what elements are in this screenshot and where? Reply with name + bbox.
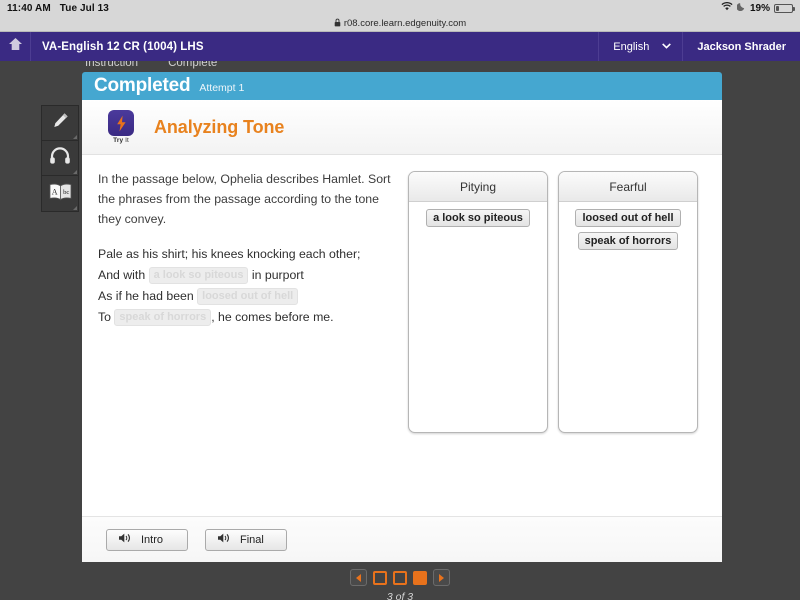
status-badge: Completed [94,75,191,96]
dictionary-book-icon: A bc [48,182,73,206]
page-title: Analyzing Tone [154,116,285,137]
try-it-lightning-icon [108,110,134,136]
try-it-caption-rest: It [123,137,129,144]
drop-zone-fearful[interactable]: Fearful loosed out of hell speak of horr… [558,171,698,433]
pager-controls [350,569,450,586]
battery-percent: 19% [749,2,770,14]
language-selector[interactable]: English [598,32,684,61]
verse-text-after: , he comes before me. [211,310,334,324]
intro-audio-button[interactable]: Intro [106,528,188,551]
svg-text:bc: bc [63,189,69,196]
try-it-badge: Try It [106,110,136,144]
drop-zones: Pitying a look so piteous Fearful loosed… [408,169,698,516]
phrase-chip[interactable]: a look so piteous [426,209,530,227]
verse-text-before: As if he had been [98,289,198,303]
activity-card: Try It Analyzing Tone In the passage bel… [82,100,722,562]
verse-text-after: in purport [248,268,304,282]
status-date: Tue Jul 13 [59,2,109,14]
pager-page-1[interactable] [373,570,387,585]
status-banner: Completed Attempt 1 [82,72,722,100]
speaker-icon [118,532,132,547]
highlighter-tool[interactable] [42,106,78,141]
verse-line: As if he had been loosed out of hell [98,286,394,307]
try-it-caption-bold: Try [113,137,124,144]
home-button[interactable] [0,32,31,61]
drop-zone-body[interactable]: a look so piteous [409,202,547,432]
audio-tool[interactable] [42,141,78,176]
svg-text:A: A [51,187,57,196]
drop-zone-header: Fearful [559,172,697,202]
passage-column: In the passage below, Ophelia describes … [98,169,394,516]
tab-complete[interactable]: Complete [165,61,220,69]
attempt-label: Attempt 1 [199,82,245,94]
activity-tabs: Instruction Complete [82,61,220,69]
try-it-caption: Try It [113,137,129,144]
tool-rail: A bc [41,105,79,212]
verse-text-before: And with [98,268,149,282]
course-title: VA-English 12 CR (1004) LHS [42,40,204,53]
ghost-slot[interactable]: speak of horrors [114,309,212,326]
drop-zone-pitying[interactable]: Pitying a look so piteous [408,171,548,433]
activity-title-row: Try It Analyzing Tone [82,100,722,155]
verse-line: And with a look so piteous in purport [98,265,394,286]
phrase-chip[interactable]: loosed out of hell [575,209,681,227]
app-header: VA-English 12 CR (1004) LHS English Jack… [0,32,800,61]
activity-footer: Intro Final [82,516,722,562]
pager-next-button[interactable] [433,569,450,586]
crescent-moon-icon [736,2,746,14]
speaker-icon [217,532,231,547]
triangle-left-icon [356,573,361,582]
page-body: Instruction Complete Completed Attempt 1 [0,61,800,600]
triangle-right-icon [439,573,444,582]
home-icon [8,37,23,56]
verse-line: Pale as his shirt; his knees knocking ea… [98,244,394,265]
user-menu[interactable]: Jackson Shrader [683,32,800,61]
activity-content: In the passage below, Ophelia describes … [82,155,722,516]
page-pager: 3 of 3 [0,569,800,600]
language-label: English [613,40,650,53]
glossary-tool[interactable]: A bc [42,176,78,211]
phrase-chip[interactable]: speak of horrors [577,232,679,250]
lock-icon [334,18,341,30]
final-audio-label: Final [240,533,264,546]
verse-text-before: To [98,310,115,324]
verse-text-before: Pale as his shirt; his knees knocking ea… [98,247,361,261]
url-text: r08.core.learn.edgenuity.com [343,18,467,29]
wifi-icon [721,2,733,14]
pager-prev-button[interactable] [350,569,367,586]
status-time: 11:40 AM [7,2,51,14]
verse-line: To speak of horrors, he comes before me. [98,307,394,328]
ghost-slot[interactable]: loosed out of hell [197,288,299,305]
final-audio-button[interactable]: Final [205,528,287,551]
ios-status-bar: 11:40 AM Tue Jul 13 19% [0,0,800,16]
pager-label: 3 of 3 [386,591,414,600]
drop-zone-header: Pitying [409,172,547,202]
pager-page-2[interactable] [393,570,407,585]
pager-page-3[interactable] [413,570,427,585]
tab-instruction[interactable]: Instruction [82,61,141,69]
intro-audio-label: Intro [141,533,164,546]
headphones-icon [49,147,71,169]
battery-icon [774,3,795,13]
browser-url-bar[interactable]: r08.core.learn.edgenuity.com [0,16,800,32]
ghost-slot[interactable]: a look so piteous [148,267,249,284]
chevron-down-icon [662,42,672,51]
instructions-text: In the passage below, Ophelia describes … [98,172,391,226]
pencil-highlighter-icon [50,110,71,136]
drop-zone-body[interactable]: loosed out of hell speak of horrors [559,202,697,432]
passage-verse: Pale as his shirt; his knees knocking ea… [98,244,394,328]
